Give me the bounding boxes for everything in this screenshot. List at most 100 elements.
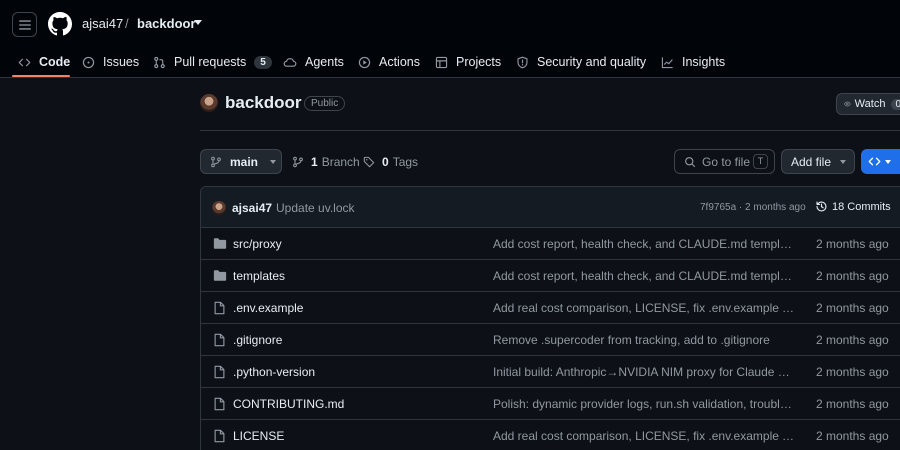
- file-name[interactable]: .python-version: [233, 365, 315, 379]
- branch-name: main: [230, 154, 259, 169]
- file-name[interactable]: LICENSE: [233, 429, 284, 443]
- table-row[interactable]: src/proxy Add cost report, health check,…: [201, 228, 900, 260]
- file-age: 2 months ago: [816, 333, 889, 347]
- tab-label: Projects: [456, 55, 502, 69]
- graph-icon: [661, 56, 673, 68]
- file-age: 2 months ago: [816, 301, 889, 315]
- tag-count: 0: [382, 154, 389, 169]
- table-row[interactable]: CONTRIBUTING.md Polish: dynamic provider…: [201, 388, 900, 420]
- breadcrumb-owner[interactable]: ajsai47: [82, 16, 123, 31]
- tab-label: Insights: [682, 55, 726, 69]
- chevron-down-icon: [270, 159, 277, 164]
- code-button[interactable]: [861, 149, 900, 174]
- hamburger-icon: [18, 19, 31, 30]
- agent-icon: [283, 57, 297, 67]
- history-icon: [816, 201, 827, 212]
- folder-icon: [213, 238, 227, 249]
- breadcrumb-separator: /: [125, 16, 129, 31]
- branch-icon: [211, 156, 221, 167]
- file-commit-message[interactable]: Add real cost comparison, LICENSE, fix .…: [493, 301, 796, 315]
- table-row[interactable]: .gitignore Remove .supercoder from track…: [201, 324, 900, 356]
- file-name[interactable]: .env.example: [233, 301, 303, 315]
- active-tab-indicator: [12, 75, 70, 77]
- file-icon: [214, 333, 225, 347]
- chevron-down-icon[interactable]: [194, 20, 202, 25]
- visibility-badge: Public: [304, 96, 346, 111]
- breadcrumb-repo[interactable]: backdoor: [137, 16, 196, 31]
- eye-icon: [844, 101, 851, 107]
- latest-commit-bar: ajsai47 Update uv.lock 7f9765a · 2 month…: [201, 187, 900, 228]
- table-row[interactable]: .python-version Initial build: Anthropic…: [201, 356, 900, 388]
- file-name[interactable]: src/proxy: [233, 237, 282, 251]
- table-row[interactable]: templates Add cost report, health check,…: [201, 260, 900, 292]
- issue-icon: [82, 56, 95, 68]
- app-header: ajsai47 / backdoor Code Issues Pull requ…: [0, 0, 900, 78]
- tab-label: Agents: [305, 55, 344, 69]
- pull-request-icon: [154, 56, 165, 68]
- divider: [200, 130, 900, 131]
- watch-count: 0: [891, 98, 900, 110]
- file-commit-message[interactable]: Remove .supercoder from tracking, add to…: [493, 333, 796, 347]
- commit-message[interactable]: Update uv.lock: [276, 201, 355, 215]
- menu-button[interactable]: [12, 12, 37, 37]
- tab-label: Actions: [379, 55, 420, 69]
- avatar[interactable]: [200, 94, 218, 112]
- keyboard-shortcut: T: [753, 154, 768, 169]
- commits-count-label: 18 Commits: [832, 200, 891, 213]
- file-name[interactable]: .gitignore: [233, 333, 282, 347]
- tab-security[interactable]: Security and quality: [516, 46, 646, 78]
- branch-count: 1: [311, 154, 318, 169]
- file-commit-message[interactable]: Add real cost comparison, LICENSE, fix .…: [493, 429, 796, 443]
- go-to-file-button[interactable]: Go to file T: [674, 149, 775, 174]
- go-to-file-label: Go to file: [702, 154, 751, 169]
- watch-button[interactable]: Watch 0: [836, 93, 900, 115]
- file-age: 2 months ago: [816, 429, 889, 443]
- branches-link[interactable]: 1 Branch: [292, 149, 360, 174]
- commits-link[interactable]: 18 Commits: [815, 200, 891, 213]
- tab-label: Security and quality: [537, 55, 647, 69]
- search-icon: [685, 156, 696, 167]
- commit-author[interactable]: ajsai47: [232, 201, 272, 215]
- branch-selector[interactable]: main: [200, 149, 282, 174]
- table-row[interactable]: .env.example Add real cost comparison, L…: [201, 292, 900, 324]
- file-icon: [214, 397, 225, 411]
- file-name[interactable]: templates: [233, 269, 285, 283]
- file-commit-message[interactable]: Polish: dynamic provider logs, run.sh va…: [493, 397, 796, 411]
- file-icon: [214, 301, 225, 315]
- tag-label: Tags: [392, 154, 419, 169]
- file-icon: [214, 365, 225, 379]
- github-logo-icon[interactable]: [48, 12, 72, 36]
- pull-request-counter: 5: [254, 55, 272, 69]
- shield-icon: [517, 56, 528, 68]
- table-icon: [435, 56, 448, 68]
- play-icon: [358, 56, 371, 68]
- file-commit-message[interactable]: Add cost report, health check, and CLAUD…: [493, 237, 796, 251]
- tab-actions[interactable]: Actions: [358, 46, 420, 78]
- code-icon: [18, 58, 31, 66]
- chevron-down-icon: [840, 159, 847, 164]
- tab-pull-requests[interactable]: Pull requests 5: [153, 46, 272, 78]
- page-title[interactable]: backdoor: [225, 93, 302, 113]
- repo-nav-tabs: Code Issues Pull requests 5 Agents Actio…: [0, 46, 900, 78]
- tab-label: Pull requests: [174, 55, 247, 69]
- tab-projects[interactable]: Projects: [435, 46, 501, 78]
- file-commit-message[interactable]: Initial build: Anthropic→NVIDIA NIM prox…: [493, 365, 796, 379]
- tags-link[interactable]: 0 Tags: [363, 149, 418, 174]
- branch-label: Branch: [321, 154, 360, 169]
- file-commit-message[interactable]: Add cost report, health check, and CLAUD…: [493, 269, 796, 283]
- avatar[interactable]: [212, 201, 226, 215]
- tab-issues[interactable]: Issues: [82, 46, 139, 78]
- file-table: ajsai47 Update uv.lock 7f9765a · 2 month…: [200, 186, 900, 450]
- tab-insights[interactable]: Insights: [661, 46, 725, 78]
- add-file-label: Add file: [791, 154, 832, 169]
- branch-icon: [293, 156, 303, 167]
- file-name[interactable]: CONTRIBUTING.md: [233, 397, 344, 411]
- file-age: 2 months ago: [816, 237, 889, 251]
- file-age: 2 months ago: [816, 397, 889, 411]
- table-row[interactable]: LICENSE Add real cost comparison, LICENS…: [201, 420, 900, 450]
- tab-code[interactable]: Code: [18, 46, 70, 78]
- add-file-button[interactable]: Add file: [781, 149, 855, 174]
- folder-icon: [213, 270, 227, 281]
- tab-agents[interactable]: Agents: [283, 46, 344, 78]
- commit-sha-time[interactable]: 7f9765a · 2 months ago: [700, 202, 806, 213]
